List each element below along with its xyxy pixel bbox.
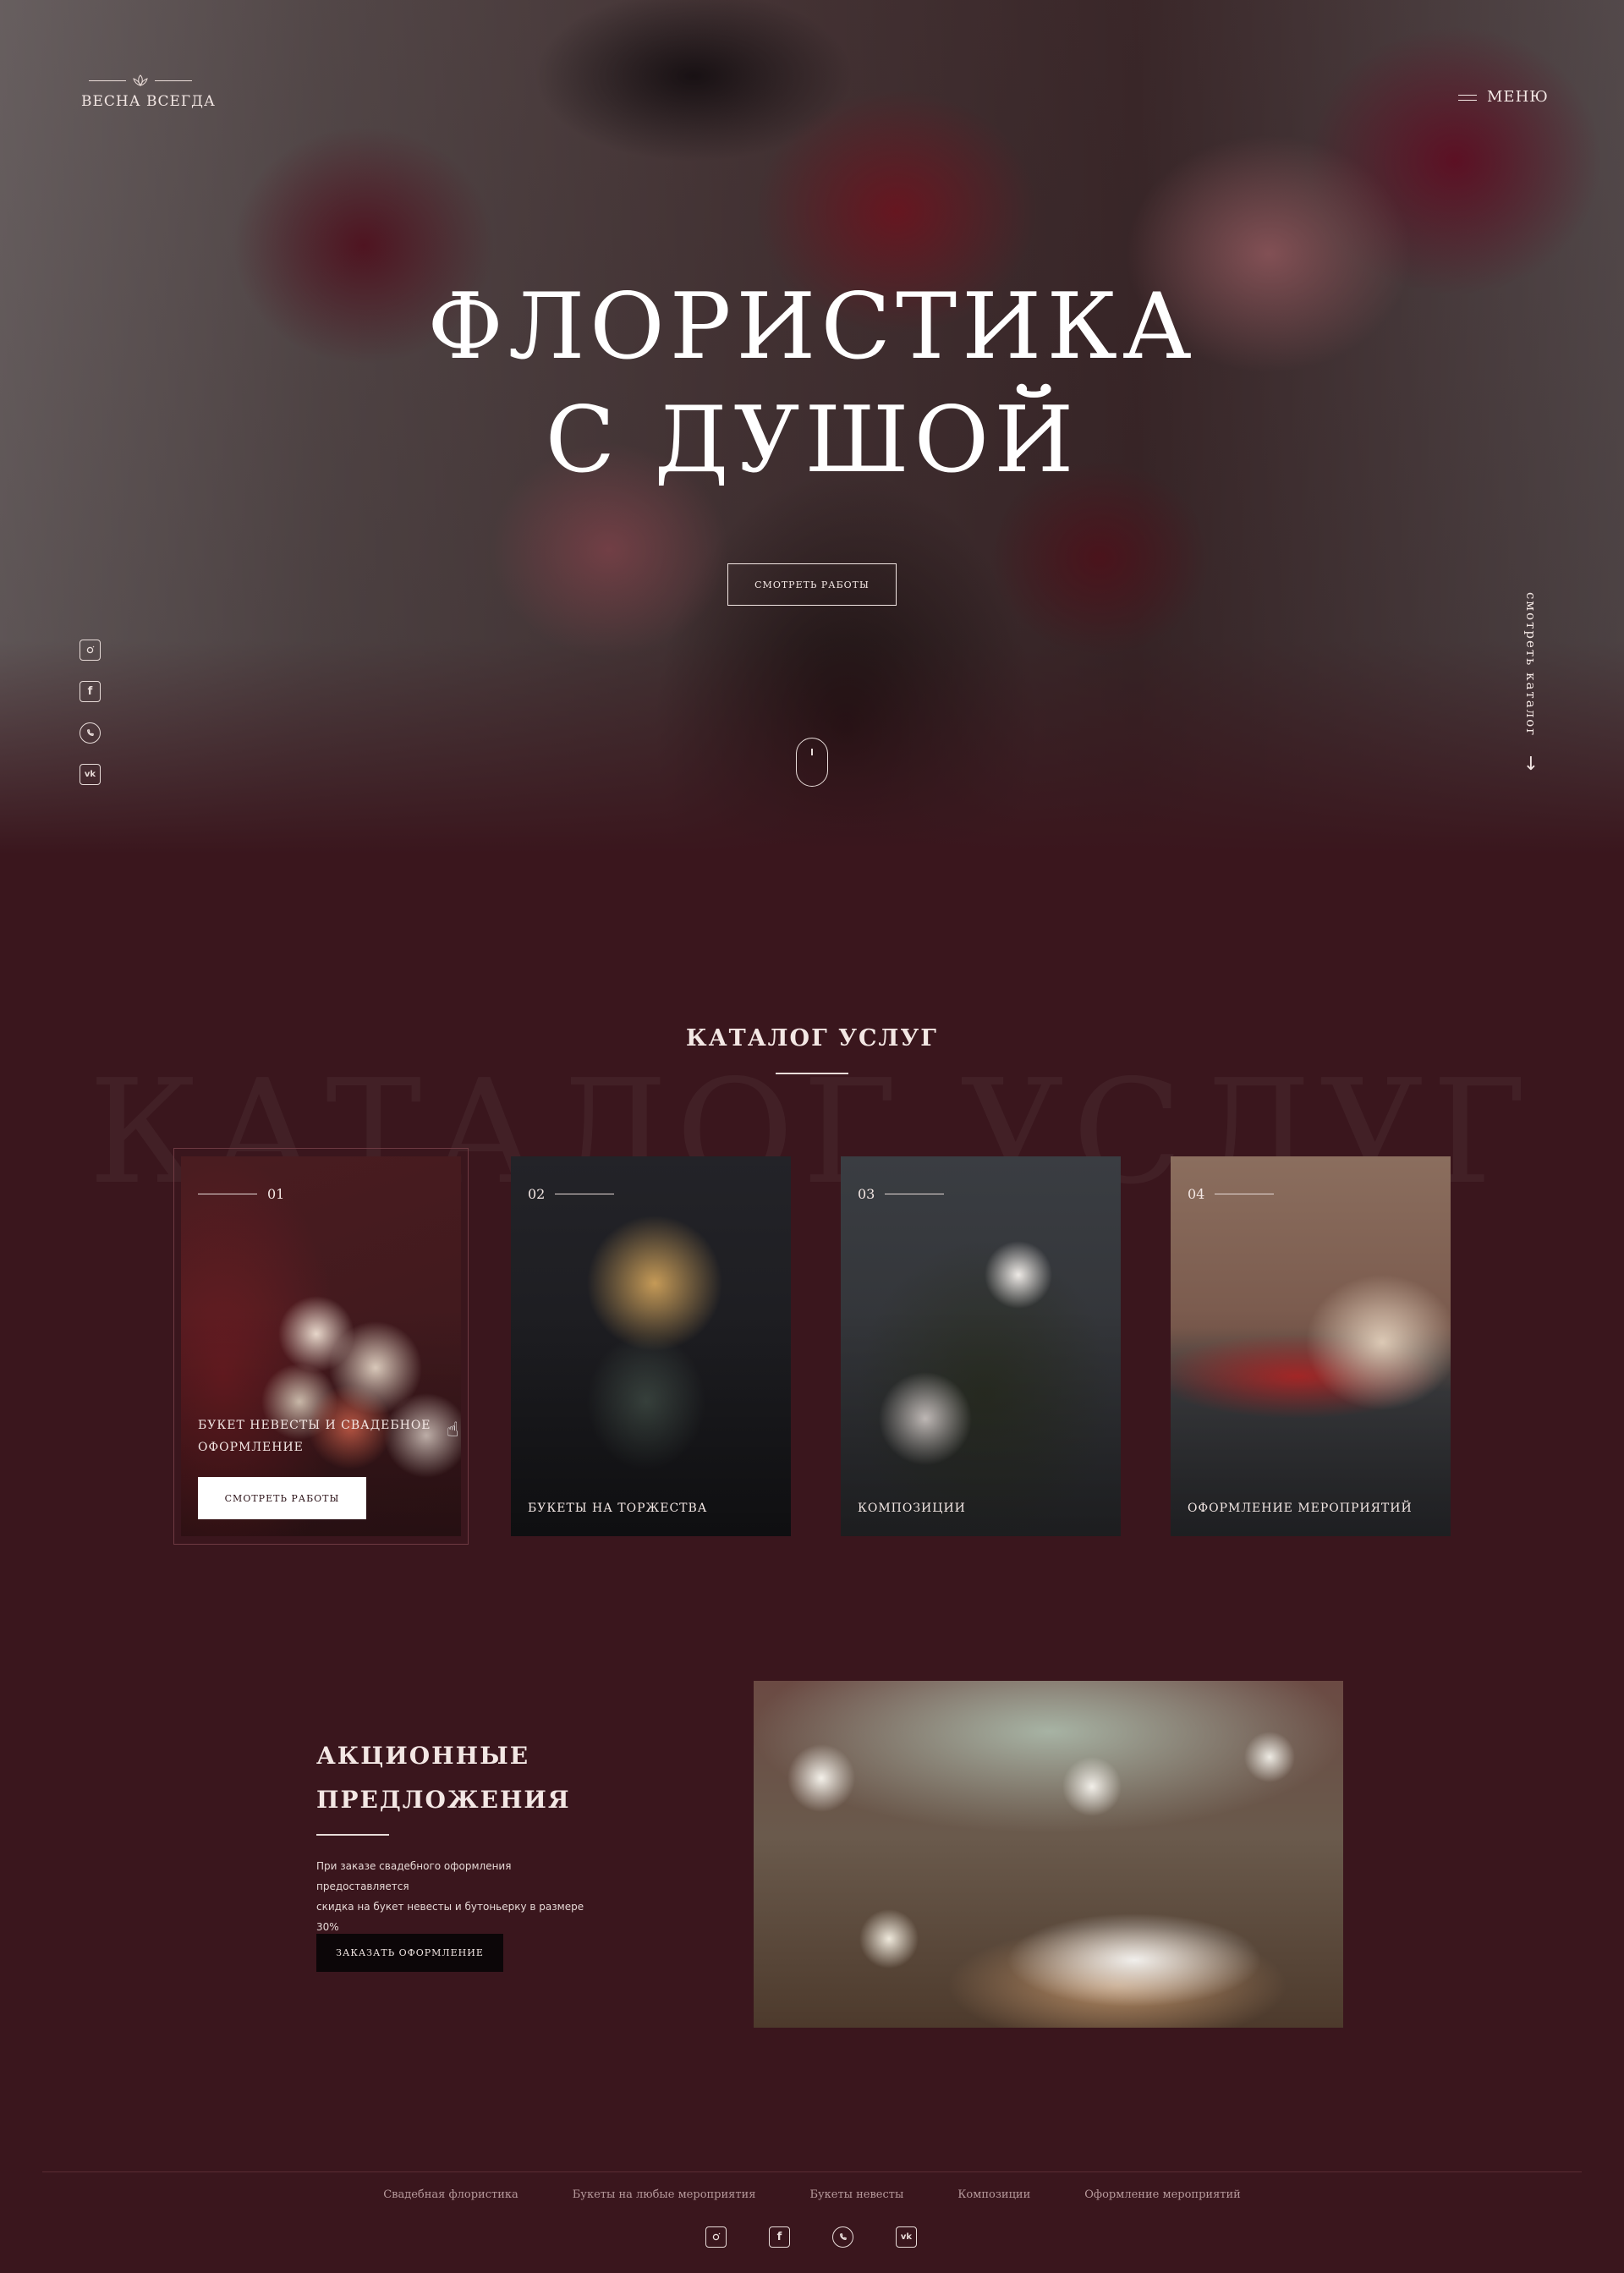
- view-catalog-link[interactable]: смотреть каталог ↓: [1521, 592, 1541, 774]
- catalog-title: КАТАЛОГ УСЛУГ: [686, 1025, 938, 1051]
- catalog-card-events[interactable]: 04 ОФОРМЛЕНИЕ МЕРОПРИЯТИЙ: [1171, 1156, 1451, 1536]
- view-catalog-label: смотреть каталог: [1523, 592, 1539, 738]
- catalog-card-compositions[interactable]: 03 КОМПОЗИЦИИ: [841, 1156, 1121, 1536]
- hero-section: ВЕСНА ВСЕГДА МЕНЮ ФЛОРИСТИКА С ДУШОЙ СМО…: [0, 0, 1624, 854]
- card-image: [511, 1156, 791, 1536]
- catalog-card-celebrations[interactable]: 02 БУКЕТЫ НА ТОРЖЕСТВА: [511, 1156, 791, 1536]
- footer-link-bouquets-events[interactable]: Букеты на любые мероприятия: [546, 2188, 783, 2201]
- card-number: 02: [528, 1186, 615, 1202]
- card-label: КОМПОЗИЦИИ: [858, 1502, 966, 1515]
- footer-nav: Свадебная флористика Букеты на любые мер…: [0, 2188, 1624, 2201]
- whatsapp-icon[interactable]: [832, 2226, 853, 2248]
- card-view-works-button[interactable]: СМОТРЕТЬ РАБОТЫ: [198, 1477, 366, 1519]
- card-number: 04: [1188, 1186, 1275, 1202]
- card-label: БУКЕТ НЕВЕСТЫ И СВАДЕБНОЕ ОФОРМЛЕНИЕ: [198, 1419, 431, 1454]
- facebook-icon[interactable]: f: [80, 681, 101, 702]
- instagram-icon[interactable]: [705, 2226, 727, 2248]
- vk-icon[interactable]: vk: [80, 764, 101, 785]
- vk-icon[interactable]: vk: [896, 2226, 917, 2248]
- menu-label: МЕНЮ: [1487, 88, 1549, 106]
- pointer-cursor-icon: ☝: [447, 1418, 459, 1441]
- footer-divider: [42, 2171, 1582, 2172]
- arrow-down-icon: ↓: [1522, 754, 1539, 776]
- footer-link-bridal-bouquets[interactable]: Букеты невесты: [782, 2188, 930, 2201]
- card-label: ОФОРМЛЕНИЕ МЕРОПРИЯТИЙ: [1188, 1502, 1413, 1515]
- logo[interactable]: ВЕСНА ВСЕГДА: [81, 71, 216, 110]
- footer-link-wedding-floristry[interactable]: Свадебная флористика: [356, 2188, 546, 2201]
- card-number: 01: [198, 1186, 284, 1202]
- menu-button[interactable]: МЕНЮ: [1458, 88, 1549, 106]
- catalog-title-underline: [776, 1073, 848, 1074]
- hero-social-links: f vk: [80, 640, 101, 785]
- whatsapp-icon[interactable]: [80, 722, 101, 744]
- promo-title-line2: ПРЕДЛОЖЕНИЯ: [316, 1786, 571, 1814]
- footer-link-compositions[interactable]: Композиции: [930, 2188, 1057, 2201]
- promo-text-line2: скидка на букет невесты и бутоньерку в р…: [316, 1901, 584, 1933]
- hero-title: ФЛОРИСТИКА С ДУШОЙ: [0, 271, 1624, 497]
- card-number: 03: [858, 1186, 945, 1202]
- promo-text-line1: При заказе свадебного оформления предост…: [316, 1860, 512, 1892]
- logo-lotus-icon: [81, 71, 200, 90]
- view-works-button[interactable]: СМОТРЕТЬ РАБОТЫ: [727, 563, 897, 606]
- catalog-card-bridal[interactable]: 01 БУКЕТ НЕВЕСТЫ И СВАДЕБНОЕ ОФОРМЛЕНИЕ …: [181, 1156, 461, 1536]
- promo-title-underline: [316, 1834, 389, 1836]
- instagram-icon[interactable]: [80, 640, 101, 661]
- hero-title-line2: С ДУШОЙ: [545, 387, 1079, 493]
- promo-table-decor-image: [754, 1681, 1343, 2028]
- logo-text: ВЕСНА ВСЕГДА: [81, 93, 216, 110]
- scroll-mouse-icon[interactable]: [796, 738, 828, 787]
- card-image: [1171, 1156, 1451, 1536]
- promo-title-line1: АКЦИОННЫЕ: [316, 1742, 530, 1770]
- hamburger-icon: [1458, 93, 1477, 102]
- order-decoration-button[interactable]: ЗАКАЗАТЬ ОФОРМЛЕНИЕ: [316, 1934, 503, 1972]
- card-image: [841, 1156, 1121, 1536]
- card-label: БУКЕТЫ НА ТОРЖЕСТВА: [528, 1502, 708, 1515]
- footer-social-links: f vk: [705, 2226, 917, 2248]
- hero-title-line1: ФЛОРИСТИКА: [427, 274, 1197, 380]
- promo-title: АКЦИОННЫЕ ПРЕДЛОЖЕНИЯ: [316, 1734, 587, 1822]
- promo-text: При заказе свадебного оформления предост…: [316, 1856, 604, 1937]
- footer-link-event-decoration[interactable]: Оформление мероприятий: [1057, 2188, 1268, 2201]
- facebook-icon[interactable]: f: [769, 2226, 790, 2248]
